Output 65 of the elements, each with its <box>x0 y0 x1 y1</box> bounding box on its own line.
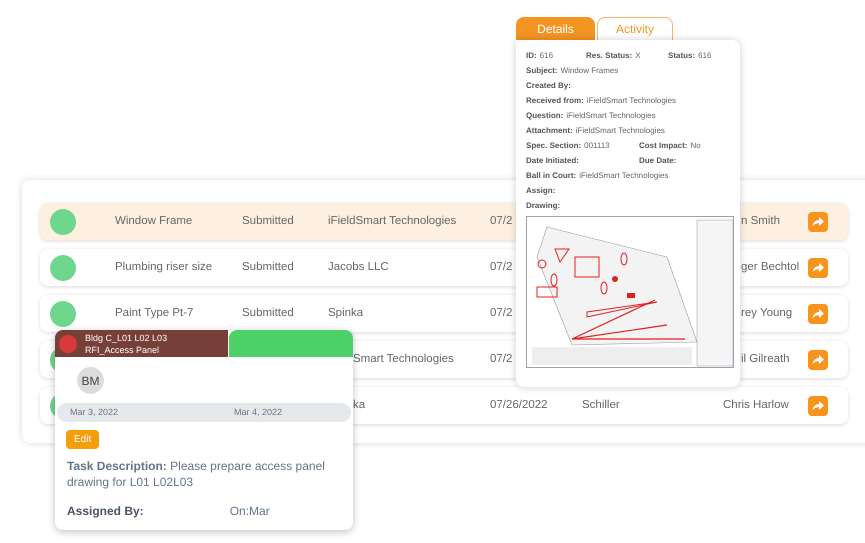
subject-cell: Plumbing riser size <box>115 260 212 273</box>
person-cell: rey Young <box>741 306 792 319</box>
field-label: Attachment: <box>526 125 573 137</box>
share-icon <box>812 400 824 410</box>
date-cell: 07/2 <box>490 260 512 273</box>
field-value: iFieldSmart Technologies <box>566 110 656 122</box>
subject-cell: Window Frame <box>115 214 192 227</box>
field-value: No <box>690 140 701 152</box>
share-button[interactable] <box>808 258 828 278</box>
assigned-by-label: Assigned By: <box>67 503 144 520</box>
field-value: 616 <box>540 50 554 62</box>
field-label: Date Initiated: <box>526 155 579 167</box>
field-value: Window Frames <box>560 65 618 77</box>
field-label: Res. Status: <box>586 50 632 62</box>
field-label: Drawing: <box>526 200 560 212</box>
field-label: Created By: <box>526 80 571 92</box>
avatar: BM <box>77 367 104 394</box>
field-label: Assign: <box>526 185 556 197</box>
share-button[interactable] <box>808 304 828 324</box>
share-button[interactable] <box>808 396 828 416</box>
share-button[interactable] <box>808 350 828 370</box>
status-cell: Submitted <box>242 306 294 319</box>
task-title: RFI_Access Panel <box>85 344 160 356</box>
field-value: iFieldSmart Technologies <box>579 170 668 182</box>
field-value: X <box>635 50 641 62</box>
date-cell: 07/2 <box>490 352 512 365</box>
company-cell: Schiller <box>582 398 620 411</box>
date-cell: 07/2 <box>490 306 512 319</box>
person-cell: n Smith <box>741 214 780 227</box>
field-label: Received from: <box>526 95 584 107</box>
field-label: Subject: <box>526 65 558 77</box>
date-cell: 07/26/2022 <box>490 398 548 411</box>
field-label: Spec. Section: <box>526 140 582 152</box>
field-label: Due Date: <box>639 155 676 167</box>
company-cell: Smart Technologies <box>353 352 454 365</box>
person-cell: Chris Harlow <box>723 398 789 411</box>
company-cell: Jacobs LLC <box>328 260 389 273</box>
share-icon <box>812 216 824 226</box>
status-cell: Submitted <box>242 260 294 273</box>
start-date: Mar 3, 2022 <box>70 406 120 419</box>
task-description: Task Description: Please prepare access panel drawing for L01 L02L03 <box>67 458 326 490</box>
field-value: iFieldSmart Technologies <box>586 95 676 107</box>
task-title: Bldg C_L01 L02 L03 <box>85 332 168 344</box>
field-label: Question: <box>526 110 564 122</box>
person-cell: il Gilreath <box>741 352 790 365</box>
share-icon <box>812 354 824 364</box>
field-label: Status: <box>668 50 696 62</box>
field-value: 616 <box>698 50 712 62</box>
company-cell: Spinka <box>328 306 364 319</box>
field-label: Ball in Court: <box>526 170 576 182</box>
field-value: iFieldSmart Technologies <box>576 125 665 137</box>
company-cell: iFieldSmart Technologies <box>328 214 456 227</box>
field-label: ID: <box>526 50 537 62</box>
date-cell: 07/2 <box>490 214 512 227</box>
assigned-date: On:Mar <box>230 503 270 520</box>
share-icon <box>812 308 824 318</box>
person-cell: ger Bechtol <box>741 260 800 273</box>
status-cell: Submitted <box>242 214 294 227</box>
share-button[interactable] <box>808 212 828 232</box>
field-value: 001113 <box>584 140 610 152</box>
end-date: Mar 4, 2022 <box>234 406 282 419</box>
company-cell: ka <box>353 398 366 411</box>
field-label: Cost Impact: <box>639 140 688 152</box>
subject-cell: Paint Type Pt-7 <box>115 306 194 319</box>
share-icon <box>812 262 824 272</box>
